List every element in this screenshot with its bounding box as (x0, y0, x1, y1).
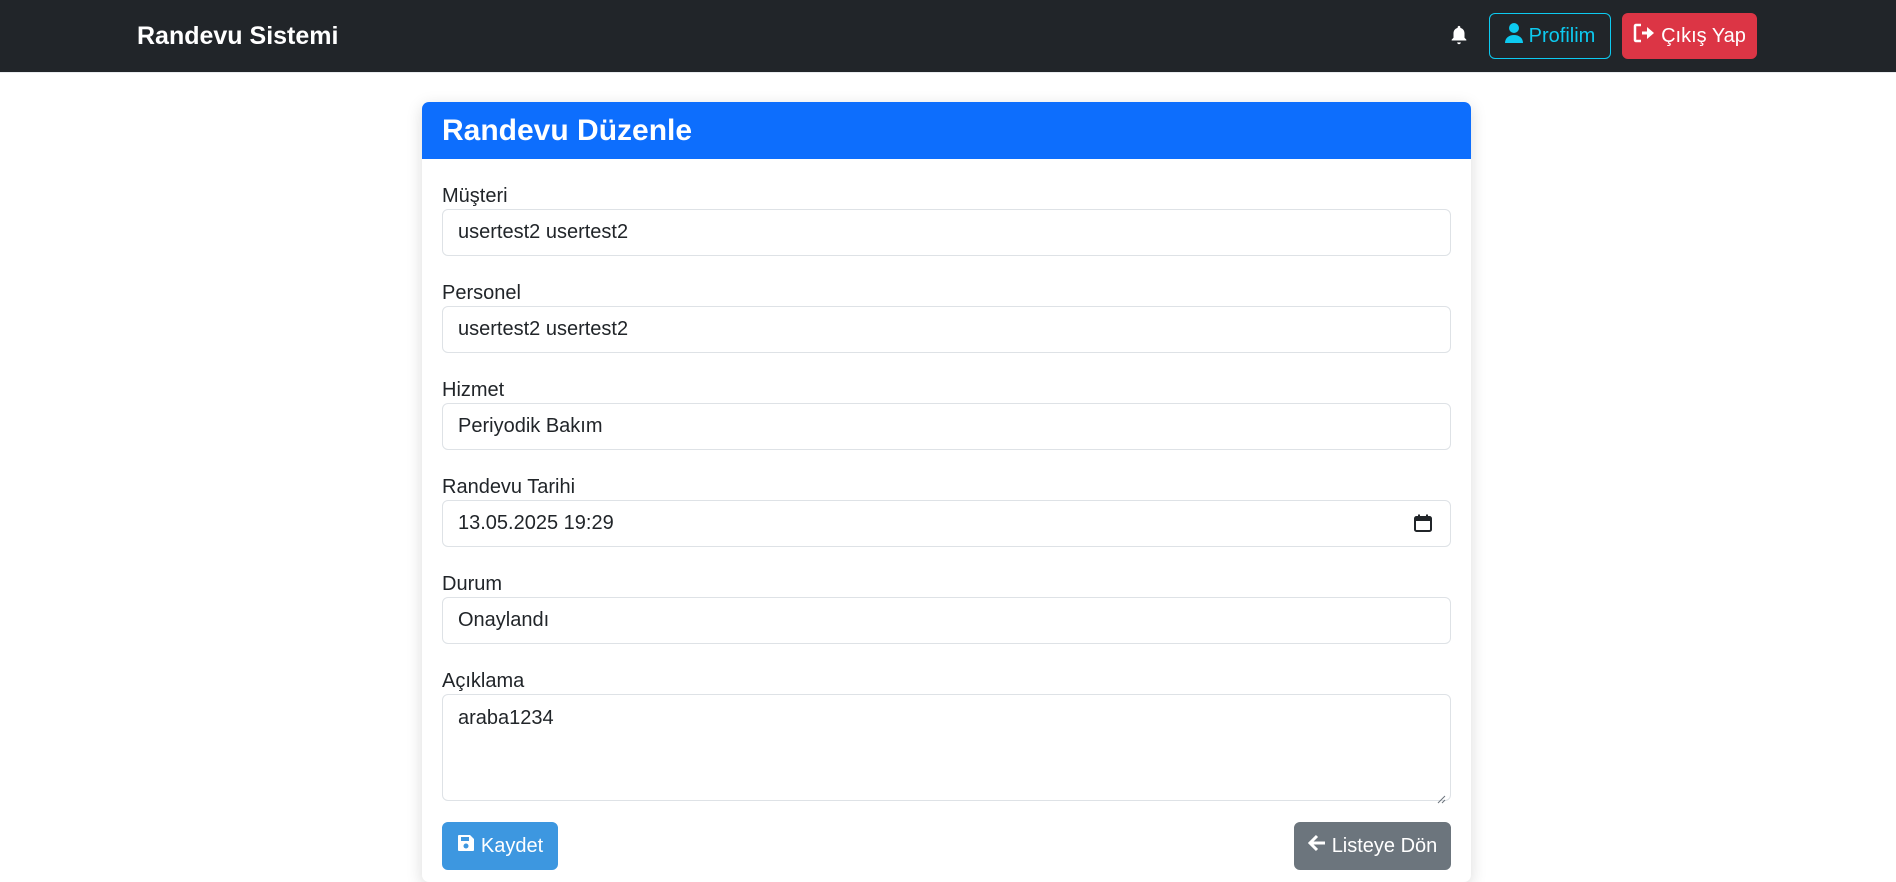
calendar-icon[interactable] (1414, 514, 1434, 534)
customer-label: Müşteri (442, 185, 508, 207)
arrow-left-icon (1307, 834, 1326, 858)
save-button[interactable]: Kaydet (442, 822, 558, 870)
card-title: Randevu Düzenle (422, 102, 1471, 159)
status-value: Onaylandı (458, 609, 550, 631)
customer-select[interactable]: usertest2 usertest2 (442, 209, 1451, 256)
save-label: Kaydet (480, 834, 544, 857)
date-label: Randevu Tarihi (442, 476, 576, 498)
bell-icon[interactable] (1448, 24, 1472, 48)
brand-title[interactable]: Randevu Sistemi (137, 0, 338, 72)
staff-label: Personel (442, 282, 521, 304)
description-label: Açıklama (442, 670, 525, 692)
service-label: Hizmet (442, 379, 505, 401)
logout-label: Çıkış Yap (1661, 24, 1746, 47)
navbar: Randevu Sistemi Profilim Çıkış Yap (0, 0, 1896, 73)
profile-label: Profilim (1528, 24, 1596, 47)
sign-out-icon (1633, 23, 1655, 49)
service-value: Periyodik Bakım (458, 415, 603, 437)
date-value: 13.05.2025 19:29 (458, 512, 614, 534)
back-to-list-button[interactable]: Listeye Dön (1294, 822, 1451, 870)
status-label: Durum (442, 573, 503, 595)
profile-button[interactable]: Profilim (1489, 13, 1611, 59)
service-select[interactable]: Periyodik Bakım (442, 403, 1451, 450)
user-icon (1504, 23, 1523, 49)
edit-appointment-card: Randevu Düzenle Müşteri usertest2 userte… (422, 102, 1471, 882)
description-textarea[interactable]: araba1234 (442, 694, 1451, 804)
date-input[interactable]: 13.05.2025 19:29 (442, 500, 1451, 547)
customer-value: usertest2 usertest2 (458, 221, 629, 243)
staff-select[interactable]: usertest2 usertest2 (442, 306, 1451, 353)
resize-handle-icon[interactable] (1436, 787, 1446, 804)
staff-value: usertest2 usertest2 (458, 318, 629, 340)
description-value: araba1234 (458, 707, 554, 729)
logout-button[interactable]: Çıkış Yap (1622, 13, 1757, 59)
save-icon (457, 834, 475, 858)
status-select[interactable]: Onaylandı (442, 597, 1451, 644)
back-label: Listeye Dön (1331, 834, 1438, 857)
